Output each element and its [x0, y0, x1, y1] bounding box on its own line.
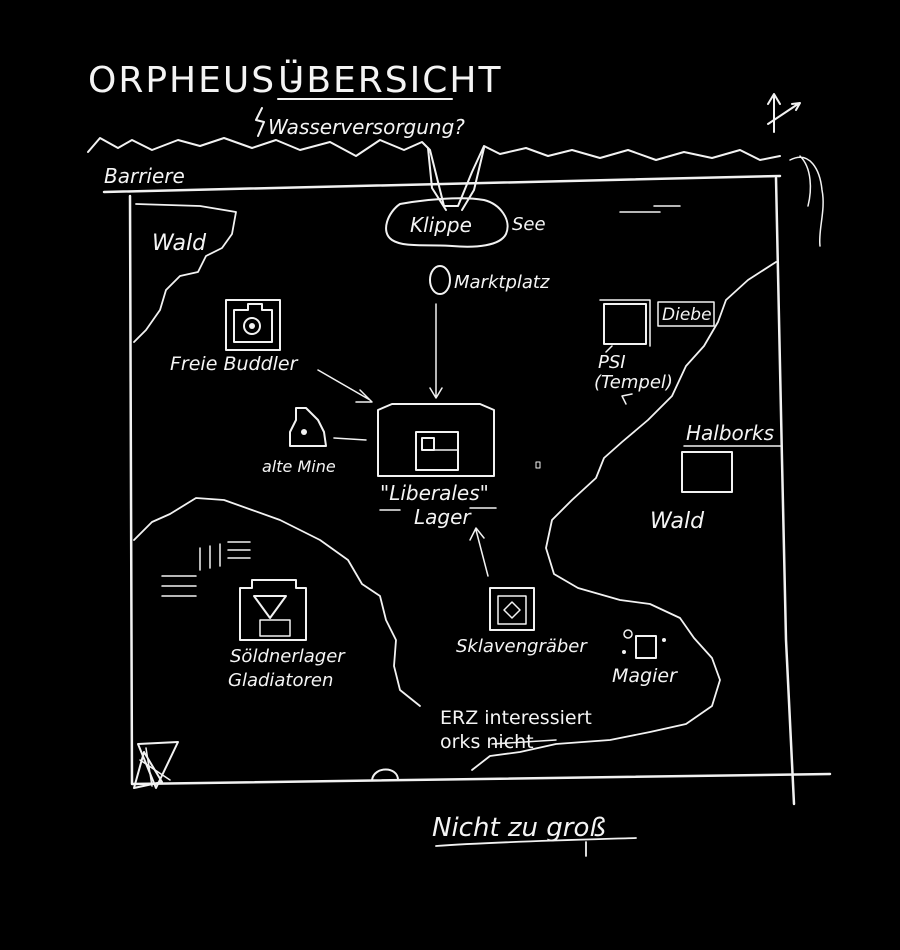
small-hut [535, 461, 541, 469]
old-mine-icon [289, 407, 327, 447]
free-diggers-arrow [317, 369, 373, 403]
lightning-icon [255, 107, 265, 137]
half-orcs-building-icon [681, 451, 733, 493]
slave-pits-building-icon [489, 587, 535, 631]
mage-label: Magier [612, 665, 678, 687]
mercenary-camp-building-icon [239, 579, 307, 641]
footer-note: Nicht zu groß [432, 813, 606, 843]
psi-temple-building-icon [599, 299, 651, 353]
temple-label: (Tempel) [594, 372, 673, 393]
barrier-label: Barriere [104, 164, 185, 188]
liberal-camp-building-icon [377, 403, 495, 477]
map-title-underlined: ÜBERSICHT [278, 59, 502, 101]
corner-compass-icon [133, 741, 179, 789]
south-gate-arc [371, 768, 399, 781]
forest-east-label: Wald [650, 509, 705, 534]
temple-mark [621, 393, 633, 405]
water-supply-question: Wasserversorgung? [268, 115, 465, 139]
free-diggers-label: Freie Buddler [170, 353, 299, 375]
marketplace-label: Marktplatz [454, 272, 550, 293]
mage-building-icon [622, 629, 666, 659]
forest-nw-outline [133, 203, 237, 343]
gladiators-label: Gladiatoren [228, 670, 333, 691]
forest-east-outline [471, 261, 777, 771]
marketplace-arrow [429, 303, 443, 399]
lake-label: See [512, 214, 546, 235]
barrier-line [102, 174, 782, 194]
north-arrow-icon [767, 93, 801, 133]
map-title: ORPHEUS - [88, 60, 305, 101]
liberal-camp-label-2: Lager [414, 505, 472, 529]
old-mine-path [333, 437, 367, 441]
mountain-ridge [87, 137, 781, 207]
slave-pit-arrow [469, 527, 489, 577]
hedge-sketch [789, 155, 824, 247]
mercenary-camp-label: Söldnerlager [230, 646, 346, 667]
training-ground-marks [161, 541, 251, 597]
slave-pits-label: Sklavengräber [456, 636, 588, 657]
thieves-label: Diebe [662, 305, 712, 325]
psi-label: PSI [598, 352, 626, 373]
forest-nw-label: Wald [152, 231, 207, 256]
orpheus-overview-map: ORPHEUS - ÜBERSICHT Wasserversorgung? Ba… [87, 59, 832, 857]
cliff-label: Klippe [410, 213, 472, 237]
free-diggers-building-icon [225, 299, 281, 351]
marketplace-circle [429, 265, 451, 295]
map-frame-right [774, 176, 796, 806]
lake-shore-marks [619, 205, 681, 213]
half-orcs-label: Halborks [686, 421, 774, 445]
orcs-note-line1: ERZ interessiert [440, 707, 592, 729]
liberal-camp-label: "Liberales" [380, 481, 489, 505]
old-mine-label: alte Mine [262, 457, 336, 476]
